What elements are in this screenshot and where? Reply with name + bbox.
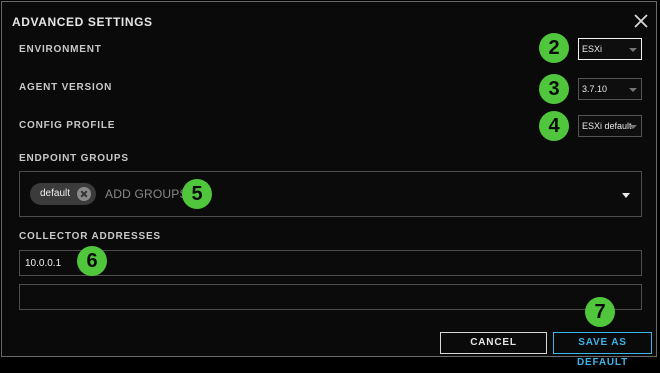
callout-badge: 4 [539, 111, 569, 141]
endpoint-groups-input[interactable]: default ADD GROUPS [19, 171, 642, 217]
environment-value: ESXi [582, 44, 603, 54]
callout-badge: 5 [182, 179, 212, 209]
callout-badge: 6 [77, 246, 107, 276]
advanced-settings-dialog: ADVANCED SETTINGS ENVIRONMENT 2 ESXi AGE… [1, 1, 657, 368]
save-as-default-button[interactable]: SAVE AS DEFAULT [553, 332, 652, 368]
collector-addresses-label: COLLECTOR ADDRESSES [19, 231, 161, 242]
add-groups-placeholder[interactable]: ADD GROUPS [105, 187, 188, 201]
chevron-down-icon [629, 125, 637, 129]
config-profile-select[interactable]: ESXi default [578, 115, 642, 137]
chevron-down-icon [629, 88, 637, 92]
agent-version-value: 3.7.10 [582, 84, 608, 94]
chevron-down-icon [629, 48, 637, 52]
close-icon[interactable] [632, 12, 650, 30]
callout-badge: 3 [539, 74, 569, 104]
group-chip: default [30, 183, 97, 205]
callout-badge: 7 [585, 297, 615, 327]
cancel-button[interactable]: CANCEL [440, 332, 547, 354]
collector-address-input[interactable]: 10.0.0.1 [19, 250, 642, 276]
dialog-title: ADVANCED SETTINGS [12, 15, 153, 29]
callout-badge: 2 [539, 33, 569, 63]
chevron-down-icon[interactable] [622, 193, 630, 198]
collector-address-value: 10.0.0.1 [25, 258, 62, 269]
agent-version-select[interactable]: 3.7.10 [578, 78, 642, 100]
group-chip-label: default [40, 188, 71, 199]
remove-chip-icon[interactable] [77, 187, 92, 201]
endpoint-groups-label: ENDPOINT GROUPS [19, 153, 129, 164]
collector-address-input-empty[interactable] [19, 284, 642, 310]
config-profile-label: CONFIG PROFILE [19, 120, 116, 131]
agent-version-label: AGENT VERSION [19, 82, 113, 93]
environment-select[interactable]: ESXi [578, 38, 642, 60]
environment-label: ENVIRONMENT [19, 44, 102, 55]
config-profile-value: ESXi default [582, 121, 632, 131]
